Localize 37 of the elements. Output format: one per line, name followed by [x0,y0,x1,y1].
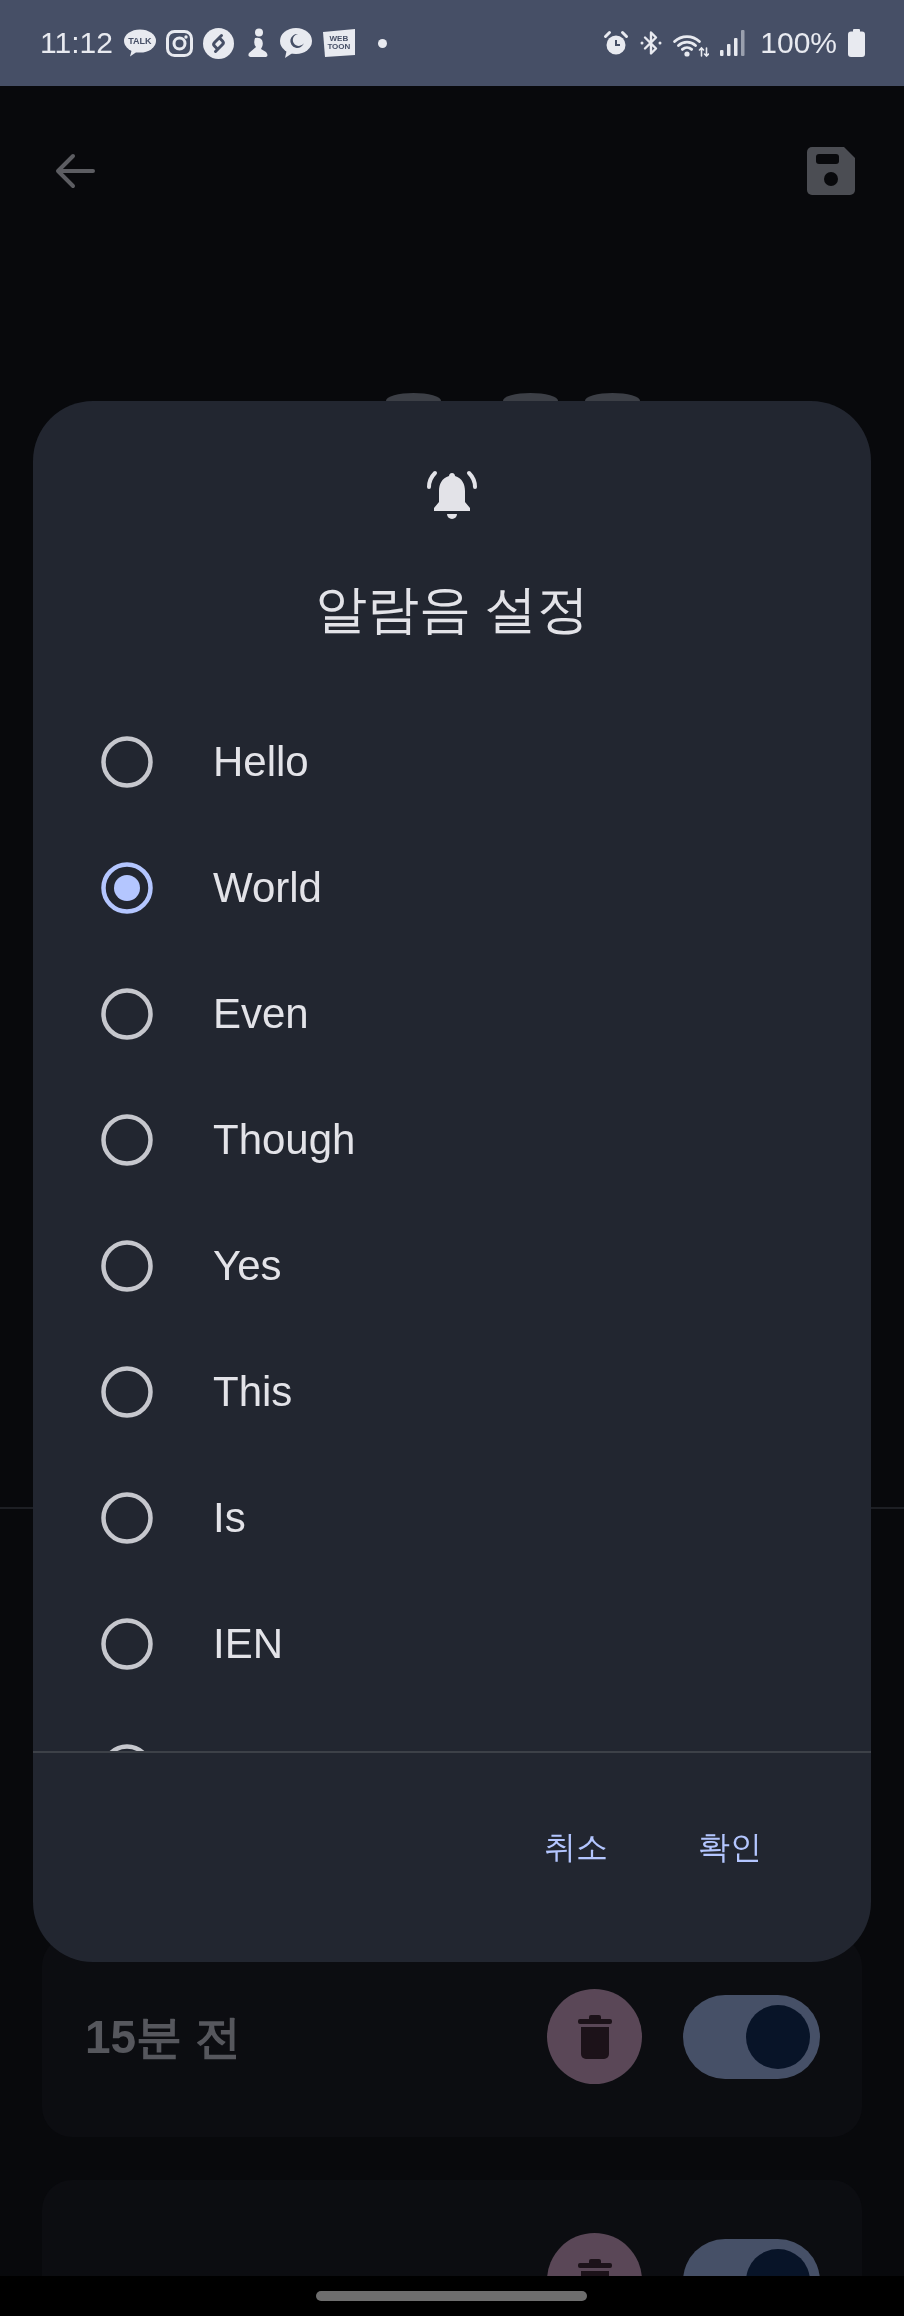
app-logo-text: WEB TOON [327,35,351,51]
radio-icon[interactable] [101,1366,153,1418]
reminder-label: 15분 전 [85,2009,242,2065]
sound-option[interactable]: Is [33,1455,871,1581]
radio-icon[interactable] [101,1114,153,1166]
sound-option[interactable]: World [33,825,871,951]
speech-bubble-icon [123,29,156,57]
more-dot-icon [377,38,387,48]
radio-icon[interactable] [101,736,153,788]
moon-bubble-icon [279,28,312,58]
sound-option[interactable]: Even [33,951,871,1077]
radio-icon[interactable] [101,988,153,1040]
app-logo-text: TALK [128,36,152,46]
sound-option[interactable]: IEN [33,1581,871,1707]
status-time: 11:12 [40,26,113,60]
dialog-button[interactable]: 확인 [682,1815,778,1879]
dialog-title: 알람음 설정 [313,579,591,640]
camera-outline-icon [165,29,193,57]
radio-edge-icon[interactable] [109,1744,145,1751]
ringing-bell-icon [426,470,478,522]
sound-option[interactable]: Hello [33,699,871,825]
radio-selected-icon[interactable] [101,862,153,914]
s-logo-icon [202,27,234,59]
sound-option[interactable]: Though [33,1077,871,1203]
radio-icon[interactable] [101,1618,153,1670]
logo-badge-icon [321,28,356,58]
bluetooth-icon [640,30,663,56]
trash-icon [577,2014,612,2059]
sound-option[interactable]: This [33,1329,871,1455]
sound-option[interactable]: Yes [33,1203,871,1329]
alarm-clock-icon [603,30,630,56]
radio-icon[interactable] [101,1240,153,1292]
battery-icon [848,29,865,57]
signal-bars-icon [720,30,746,56]
radio-icon[interactable] [101,1492,153,1544]
dialog-button[interactable]: 취소 [528,1815,624,1879]
battery-percent: 100% [760,26,837,60]
